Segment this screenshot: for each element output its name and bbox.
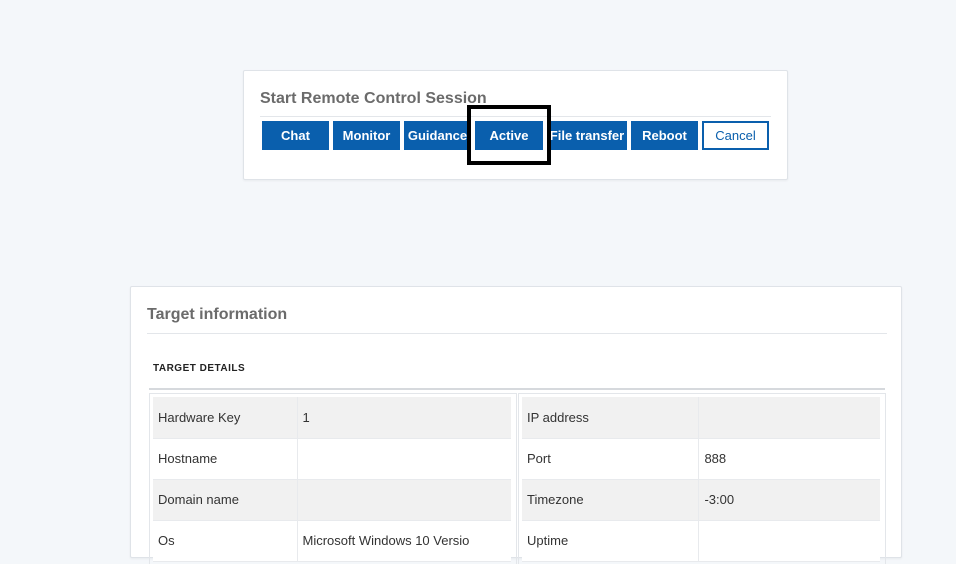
monitor-button[interactable]: Monitor [333,121,400,150]
domain-name-value [296,479,511,521]
ip-address-label: IP address [522,397,699,439]
table-row: Port 888 [522,438,880,480]
target-information-card: Target information TARGET DETAILS Hardwa… [130,286,902,564]
timezone-value: -3:00 [698,479,880,521]
table-row: Uptime [522,520,880,562]
os-label: Os [153,520,298,562]
guidance-button[interactable]: Guidance [404,121,471,150]
table-row: Os Microsoft Windows 10 Versio [153,520,511,562]
cancel-button[interactable]: Cancel [702,121,769,150]
target-details-left-table: Hardware Key 1 Hostname Domain name Os M… [153,397,511,562]
timezone-label: Timezone [522,479,699,521]
reboot-button[interactable]: Reboot [631,121,698,150]
remote-session-card: Start Remote Control Session Chat Monito… [243,70,788,180]
domain-name-label: Domain name [153,479,298,521]
target-details-heading: TARGET DETAILS [153,363,246,374]
target-card-title: Target information [147,306,288,323]
target-details-right-table: IP address Port 888 Timezone -3:00 Uptim… [522,397,880,562]
ip-address-value [698,397,880,439]
hostname-label: Hostname [153,438,298,480]
uptime-value [698,520,880,562]
table-row: IP address [522,397,880,439]
session-card-title: Start Remote Control Session [260,90,487,107]
table-row: Timezone -3:00 [522,479,880,521]
hostname-value [296,438,511,480]
port-value: 888 [698,438,880,480]
os-value: Microsoft Windows 10 Versio [296,520,511,562]
hardware-key-label: Hardware Key [153,397,298,439]
table-row: Domain name [153,479,511,521]
table-row: Hostname [153,438,511,480]
uptime-label: Uptime [522,520,699,562]
divider [147,333,887,334]
port-label: Port [522,438,699,480]
divider [260,116,771,117]
file-transfer-button[interactable]: File transfer [547,121,627,150]
chat-button[interactable]: Chat [262,121,329,150]
table-row: Hardware Key 1 [153,397,511,439]
divider [149,388,885,390]
active-button[interactable]: Active [475,121,543,150]
hardware-key-value: 1 [296,397,511,439]
